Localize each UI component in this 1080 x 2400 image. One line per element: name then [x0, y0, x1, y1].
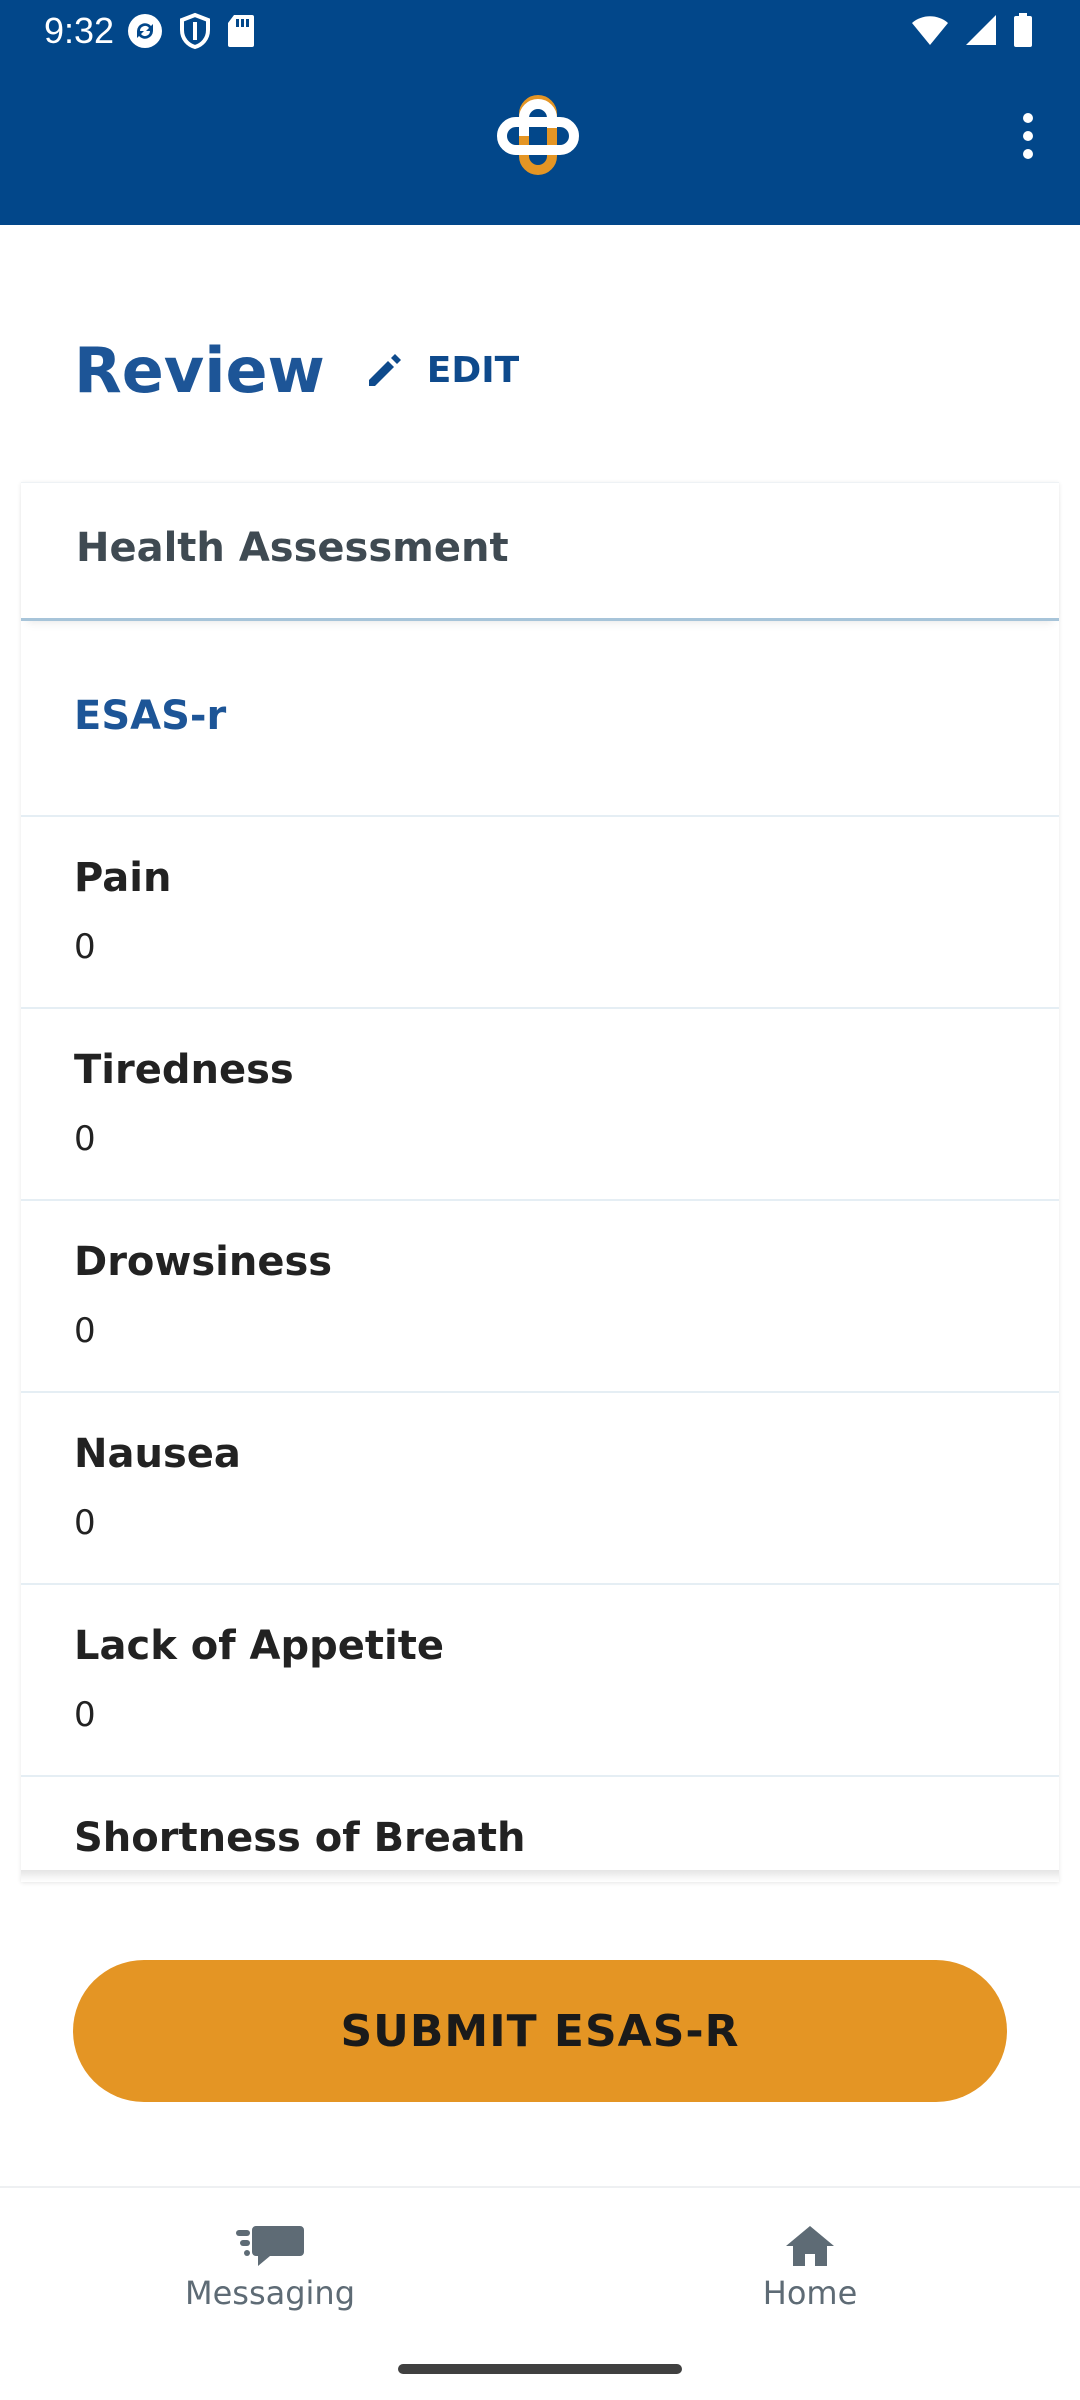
- nav-item-messaging[interactable]: Messaging: [120, 2218, 420, 2328]
- edit-label: EDIT: [426, 349, 520, 391]
- nav-item-home[interactable]: Home: [660, 2218, 960, 2328]
- item-value: 0: [74, 1695, 96, 1735]
- card-header-title: Health Assessment: [76, 525, 509, 571]
- submit-esas-button[interactable]: SUBMIT ESAS-R: [73, 1960, 1007, 2102]
- status-time: 9:32: [44, 10, 115, 51]
- app-bar: [0, 70, 1080, 225]
- card-header: Health Assessment: [21, 483, 1059, 621]
- pencil-icon: [368, 354, 401, 386]
- list-item: Tiredness 0: [21, 1007, 1059, 1199]
- section-title: ESAS-r: [74, 693, 227, 739]
- list-item: Lack of Appetite 0: [21, 1583, 1059, 1775]
- item-label: Tiredness: [74, 1047, 294, 1093]
- item-value: 0: [74, 1503, 96, 1543]
- page-title: Review: [74, 333, 325, 407]
- list-item: Shortness of Breath: [21, 1775, 1059, 1883]
- item-label: Shortness of Breath: [74, 1815, 526, 1861]
- status-bar: 9:32: [0, 0, 1080, 70]
- sync-icon: [128, 14, 162, 48]
- status-system-icons: [910, 12, 1034, 48]
- overflow-menu-icon[interactable]: [998, 106, 1058, 166]
- item-value: 0: [74, 927, 96, 967]
- item-label: Pain: [74, 855, 172, 901]
- scroll-edge-shadow: [21, 1870, 1059, 1882]
- app-logo-icon: [497, 95, 579, 175]
- nav-label-messaging: Messaging: [184, 2274, 356, 2312]
- gesture-bar[interactable]: [398, 2364, 682, 2374]
- sd-card-icon: [228, 15, 254, 47]
- assessment-card: Health Assessment ESAS-r Pain 0 Tirednes…: [21, 482, 1059, 1882]
- home-icon: [782, 2218, 838, 2274]
- nav-label-home: Home: [762, 2274, 858, 2312]
- list-item: Pain 0: [21, 815, 1059, 1007]
- item-value: 0: [74, 1311, 96, 1351]
- battery-icon: [1014, 13, 1032, 47]
- edit-button[interactable]: EDIT: [365, 350, 519, 391]
- signal-icon: [966, 15, 996, 45]
- item-label: Drowsiness: [74, 1239, 333, 1285]
- item-label: Nausea: [74, 1431, 241, 1477]
- list-item: Nausea 0: [21, 1391, 1059, 1583]
- shield-icon: [180, 12, 210, 50]
- review-header: Review EDIT: [74, 330, 519, 410]
- list-item: Drowsiness 0: [21, 1199, 1059, 1391]
- item-value: 0: [74, 1119, 96, 1159]
- messaging-icon: [234, 2218, 306, 2274]
- status-notification-icons: [126, 12, 256, 50]
- wifi-icon: [912, 16, 948, 45]
- item-label: Lack of Appetite: [74, 1623, 444, 1669]
